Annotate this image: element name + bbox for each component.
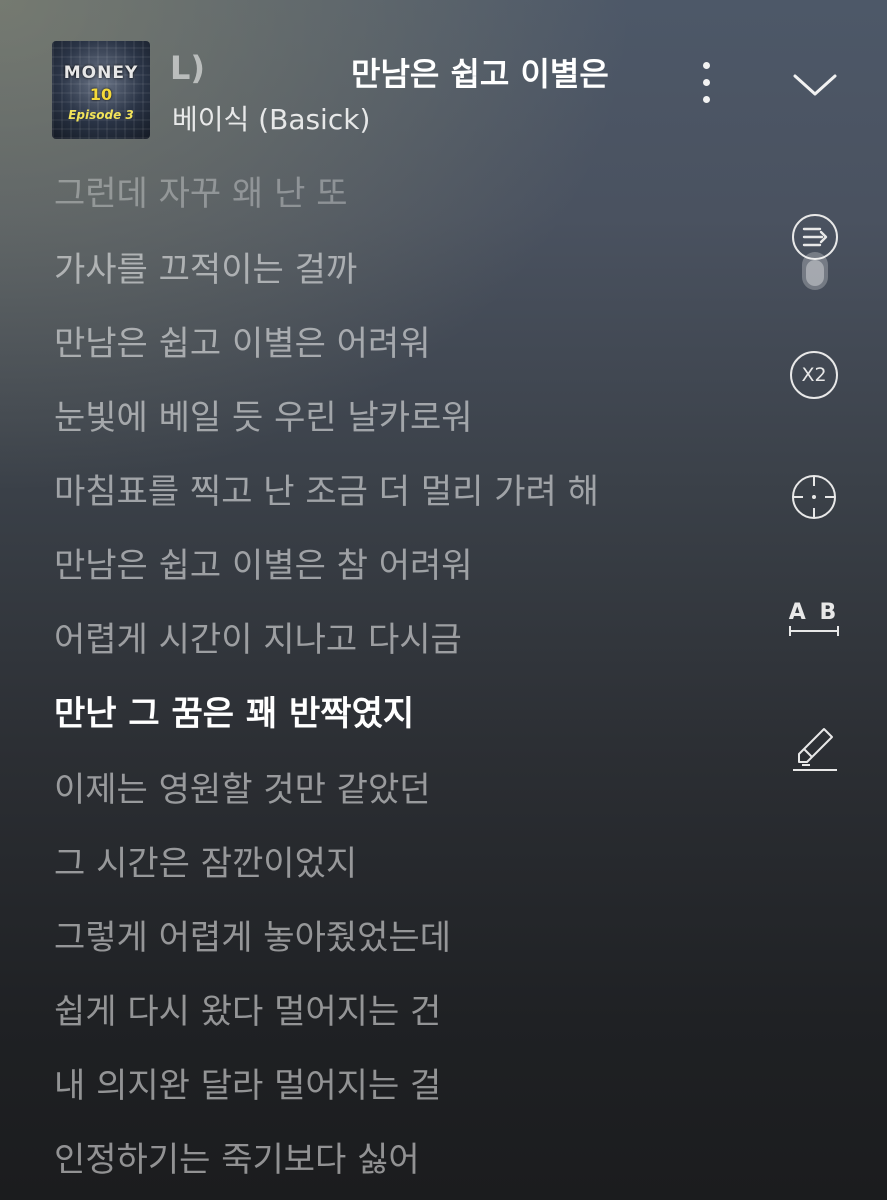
more-options-icon[interactable] — [694, 58, 720, 108]
lyric-line[interactable]: 가사를 끄적이는 걸까 — [54, 240, 357, 300]
lyric-line[interactable]: 만남은 쉽고 이별은 어려워 — [54, 314, 431, 374]
lyric-line[interactable]: 어렵게 시간이 지나고 다시금 — [54, 610, 462, 670]
lyric-line[interactable]: 그렇게 어렵게 놓아줬었는데 — [54, 908, 451, 968]
more-dot — [703, 79, 710, 86]
album-art[interactable]: MONEY 10 Episode 3 — [52, 41, 150, 139]
translate-button[interactable]: A B — [787, 600, 841, 640]
song-title-prefix: L) — [170, 49, 206, 87]
lyric-line[interactable]: 마침표를 찍고 난 조금 더 멀리 가려 해 — [54, 462, 599, 522]
album-art-number: 10 — [89, 85, 113, 104]
auto-scroll-toggle-knob — [806, 260, 824, 286]
lyric-line[interactable]: 그런데 자꾸 왜 난 또 — [54, 164, 347, 224]
lyric-line[interactable]: 만남은 쉽고 이별은 참 어려워 — [54, 536, 473, 596]
album-art-episode: Episode 3 — [68, 108, 134, 122]
artist-name[interactable]: 베이식 (Basick) — [172, 98, 370, 138]
lyric-line-current[interactable]: 만난 그 꿈은 꽤 반짝였지 — [54, 684, 414, 744]
speed-button[interactable]: X2 — [790, 351, 838, 399]
song-title: 만남은 쉽고 이별은 — [351, 55, 609, 93]
lyric-line[interactable]: 쉽게 다시 왔다 멀어지는 건 — [54, 982, 441, 1042]
chevron-down-icon[interactable] — [792, 64, 838, 104]
translate-label: A B — [788, 600, 840, 625]
speed-label: X2 — [801, 364, 827, 386]
player-header: MONEY 10 Episode 3 L) 만남은 쉽고 이별은 베이식 (Ba… — [0, 0, 887, 150]
album-art-text: MONEY — [63, 63, 139, 83]
translate-underline-icon — [789, 626, 839, 636]
target-icon[interactable] — [789, 472, 839, 522]
lyric-line[interactable]: 그 시간은 잠깐이었지 — [54, 834, 357, 894]
lyric-line[interactable]: 내 의지완 달라 멀어지는 걸 — [54, 1056, 441, 1116]
song-title-marquee[interactable]: L) 만남은 쉽고 이별은 — [170, 45, 640, 93]
highlighter-pen-icon[interactable] — [790, 718, 840, 774]
lyric-line[interactable]: 눈빛에 베일 듯 우린 날카로워 — [54, 388, 473, 448]
lyric-line[interactable]: 인정하기는 죽기보다 싫어 — [54, 1130, 420, 1190]
more-dot — [703, 62, 710, 69]
more-dot — [703, 96, 710, 103]
lyric-line[interactable]: 이제는 영원할 것만 같았던 — [54, 760, 431, 820]
